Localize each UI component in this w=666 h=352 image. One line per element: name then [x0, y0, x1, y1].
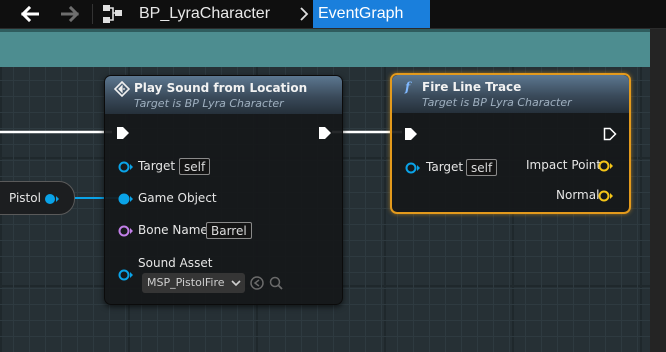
fire-line-trace-title: Fire Line Trace [422, 80, 522, 94]
normal-pin[interactable] [598, 189, 614, 203]
use-selected-asset-icon[interactable] [249, 275, 265, 291]
pistol-output-pin[interactable] [44, 192, 60, 206]
fire-line-trace-node[interactable]: f Fire Line Trace Target is BP Lyra Char… [390, 73, 631, 214]
target-pin[interactable] [118, 160, 134, 174]
fire-line-trace-subtitle: Target is BP Lyra Character [422, 96, 572, 109]
top-toolbar: BP_LyraCharacter EventGraph [0, 0, 666, 29]
trace-target-self-value: self [466, 159, 498, 176]
right-scrollbar[interactable] [650, 29, 666, 352]
back-button[interactable] [16, 2, 44, 26]
trace-exec-out-pin[interactable] [603, 126, 617, 142]
function-icon: f [405, 80, 411, 94]
impact-point-pin[interactable] [598, 159, 614, 173]
play-sound-subtitle: Target is BP Lyra Character [134, 97, 284, 110]
blueprint-graph-icon [103, 5, 122, 23]
game-object-pin[interactable] [118, 192, 134, 206]
pistol-variable-node[interactable]: Pistol [0, 181, 75, 215]
sound-asset-dropdown[interactable]: MSP_PistolFire [142, 273, 245, 293]
play-sound-header: Play Sound from Location Target is BP Ly… [105, 76, 342, 114]
arrow-right-icon [61, 6, 79, 22]
graph-header-strip [0, 29, 650, 67]
target-label: Target [138, 159, 176, 173]
browse-asset-icon[interactable] [268, 275, 284, 291]
toolbar-divider [92, 4, 93, 24]
chevron-right-icon [300, 7, 309, 21]
breadcrumb-blueprint[interactable]: BP_LyraCharacter [139, 0, 270, 28]
play-sound-node[interactable]: Play Sound from Location Target is BP Ly… [104, 75, 343, 305]
bone-name-pin[interactable] [118, 224, 134, 238]
trace-target-pin[interactable] [405, 161, 421, 175]
bone-name-label: Bone Name [138, 223, 208, 237]
target-self-value: self [179, 158, 211, 175]
fire-line-trace-header: f Fire Line Trace Target is BP Lyra Char… [392, 75, 629, 113]
sound-asset-pin[interactable] [118, 268, 134, 282]
game-object-label: Game Object [138, 191, 217, 205]
breadcrumb-graph[interactable]: EventGraph [313, 0, 430, 28]
normal-label: Normal [556, 188, 600, 202]
exec-out-pin[interactable] [318, 125, 332, 141]
play-sound-title: Play Sound from Location [134, 81, 308, 95]
chevron-down-icon [231, 280, 241, 287]
trace-target-label: Target [426, 160, 464, 174]
forward-button[interactable] [56, 2, 84, 26]
impact-point-label: Impact Point [526, 158, 602, 172]
arrow-left-icon [21, 6, 39, 22]
bone-name-field[interactable]: Barrel [206, 222, 252, 239]
sound-node-icon [114, 81, 130, 97]
exec-in-pin[interactable] [116, 125, 130, 141]
sound-asset-value: MSP_PistolFire [147, 276, 225, 289]
sound-asset-label: Sound Asset [138, 256, 213, 270]
trace-exec-in-pin[interactable] [404, 126, 418, 142]
pistol-label: Pistol [9, 191, 41, 205]
